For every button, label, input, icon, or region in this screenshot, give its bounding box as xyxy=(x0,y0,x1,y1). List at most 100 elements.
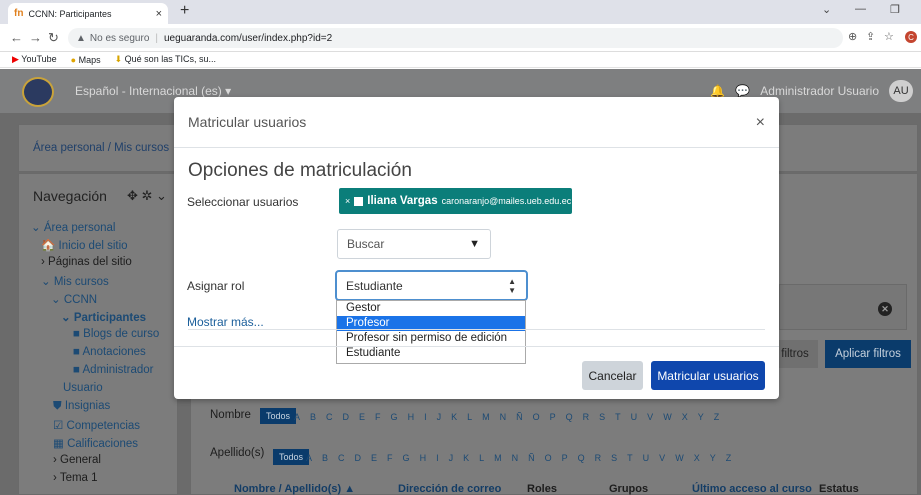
remove-icon[interactable]: × xyxy=(345,196,350,206)
letter-link[interactable]: W xyxy=(675,453,684,463)
role-option-estudiante[interactable]: Estudiante xyxy=(337,346,525,361)
role-option-profesor-sin-edicion[interactable]: Profesor sin permiso de edición xyxy=(337,331,525,346)
nav-item-ccnn[interactable]: ⌄ CCNN xyxy=(51,292,97,306)
move-icon[interactable]: ✥ ✲ ⌄ xyxy=(127,188,167,204)
chat-icon[interactable]: 💬 xyxy=(735,84,750,98)
role-option-gestor[interactable]: Gestor xyxy=(337,301,525,316)
letter-link[interactable]: N xyxy=(512,453,519,463)
nav-item-insignias[interactable]: ⛊ Insignias xyxy=(53,400,110,413)
col-last-access[interactable]: Último acceso al curso xyxy=(692,483,812,495)
bookmark-maps[interactable]: ● Maps xyxy=(71,55,101,65)
letter-link[interactable]: X xyxy=(682,412,688,422)
restore-icon[interactable]: ❐ xyxy=(890,3,900,16)
col-email[interactable]: Dirección de correo xyxy=(398,483,501,495)
letter-link[interactable]: B xyxy=(310,412,316,422)
letter-link[interactable]: S xyxy=(611,453,617,463)
letter-link[interactable]: R xyxy=(583,412,590,422)
nav-item-general[interactable]: › General xyxy=(53,454,101,466)
bookmark-star-icon[interactable]: ☆ xyxy=(884,30,894,43)
letter-link[interactable]: N xyxy=(500,412,507,422)
nav-item-inicio[interactable]: 🏠 Inicio del sitio xyxy=(41,238,128,252)
letter-link[interactable]: E xyxy=(359,412,365,422)
letter-link[interactable]: V xyxy=(659,453,665,463)
letter-link[interactable]: U xyxy=(643,453,650,463)
letter-link[interactable]: X xyxy=(694,453,700,463)
letter-link[interactable]: A xyxy=(294,412,300,422)
letter-link[interactable]: K xyxy=(463,453,469,463)
letter-link[interactable]: Ñ xyxy=(516,412,523,422)
letter-link[interactable]: P xyxy=(550,412,556,422)
letter-link[interactable]: J xyxy=(437,412,442,422)
letter-link[interactable]: K xyxy=(451,412,457,422)
cancel-button[interactable]: Cancelar xyxy=(582,361,643,390)
back-icon[interactable]: ← xyxy=(10,30,23,45)
last-name-todos[interactable]: Todos xyxy=(273,449,310,465)
letter-link[interactable]: Z xyxy=(714,412,720,422)
zoom-icon[interactable]: ⊕ xyxy=(848,30,857,43)
letter-link[interactable]: T xyxy=(615,412,621,422)
nav-item-anotaciones[interactable]: ■ Anotaciones xyxy=(73,346,146,358)
letter-link[interactable]: G xyxy=(391,412,398,422)
nav-item-competencias[interactable]: ☑ Competencias xyxy=(53,418,140,432)
letter-link[interactable]: Q xyxy=(578,453,585,463)
tab-search-icon[interactable]: ⌄ xyxy=(822,3,831,16)
letter-link[interactable]: H xyxy=(420,453,427,463)
clear-filter-icon[interactable]: ✕ xyxy=(878,302,892,316)
nav-item-paginas[interactable]: › Páginas del sitio xyxy=(41,256,132,268)
nav-item-tema1[interactable]: › Tema 1 xyxy=(53,472,98,484)
bookmark-youtube[interactable]: ▶ YouTube xyxy=(12,54,57,65)
show-more-link[interactable]: Mostrar más... xyxy=(187,315,264,329)
letter-link[interactable]: W xyxy=(663,412,672,422)
bell-icon[interactable]: 🔔 xyxy=(710,84,725,98)
letter-link[interactable]: O xyxy=(545,453,552,463)
user-search-input[interactable]: Buscar ▼ xyxy=(337,229,491,259)
letter-link[interactable]: V xyxy=(647,412,653,422)
letter-link[interactable]: I xyxy=(424,412,427,422)
apply-filters-button[interactable]: Aplicar filtros xyxy=(825,340,911,368)
letter-link[interactable]: M xyxy=(482,412,490,422)
enrol-users-button[interactable]: Matricular usuarios xyxy=(651,361,765,390)
forward-icon[interactable]: → xyxy=(29,30,42,45)
role-select[interactable]: Estudiante ▲ ▼ xyxy=(335,270,528,301)
letter-link[interactable]: P xyxy=(562,453,568,463)
nav-item-administrador[interactable]: ■ Administrador xyxy=(73,364,153,376)
letter-link[interactable]: G xyxy=(403,453,410,463)
letter-link[interactable]: D xyxy=(343,412,350,422)
reload-icon[interactable]: ↻ xyxy=(48,30,59,46)
letter-link[interactable]: S xyxy=(599,412,605,422)
new-tab-button[interactable]: + xyxy=(180,2,189,20)
minimize-icon[interactable]: — xyxy=(855,3,866,15)
letter-link[interactable]: L xyxy=(467,412,472,422)
letter-link[interactable]: H xyxy=(408,412,415,422)
letter-link[interactable]: F xyxy=(375,412,381,422)
letter-link[interactable]: A xyxy=(306,453,312,463)
nav-item-usuario[interactable]: Usuario xyxy=(63,382,103,394)
letter-link[interactable]: O xyxy=(533,412,540,422)
profile-avatar[interactable]: C xyxy=(905,31,917,43)
close-icon[interactable]: × xyxy=(756,114,765,132)
selected-user-chip[interactable]: × Iliana Vargas caronaranjo@mailes.ueb.e… xyxy=(339,188,572,214)
share-icon[interactable]: ⇪ xyxy=(866,30,875,43)
letter-link[interactable]: Y xyxy=(698,412,704,422)
letter-link[interactable]: Ñ xyxy=(528,453,535,463)
letter-link[interactable]: I xyxy=(436,453,439,463)
first-name-todos[interactable]: Todos xyxy=(260,408,297,424)
letter-link[interactable]: Z xyxy=(726,453,732,463)
letter-link[interactable]: R xyxy=(595,453,602,463)
letter-link[interactable]: T xyxy=(627,453,633,463)
bookmark-tics[interactable]: ⬇ Qué son las TICs, su... xyxy=(115,54,216,65)
letter-link[interactable]: D xyxy=(355,453,362,463)
letter-link[interactable]: U xyxy=(631,412,638,422)
nav-item-blogs[interactable]: ■ Blogs de curso xyxy=(73,328,159,340)
language-menu[interactable]: Español - Internacional (es) ▾ xyxy=(75,84,231,98)
letter-link[interactable]: E xyxy=(371,453,377,463)
letter-link[interactable]: Y xyxy=(710,453,716,463)
browser-tab[interactable]: fn CCNN: Participantes × xyxy=(8,3,168,24)
breadcrumb[interactable]: Área personal / Mis cursos xyxy=(33,142,169,154)
nav-item-participantes[interactable]: ⌄ Participantes xyxy=(61,310,146,324)
nav-item-area-personal[interactable]: ⌄ Área personal xyxy=(31,220,115,234)
col-name[interactable]: Nombre / Apellido(s) ▲ xyxy=(234,483,355,495)
letter-link[interactable]: B xyxy=(322,453,328,463)
letter-link[interactable]: L xyxy=(479,453,484,463)
letter-link[interactable]: Q xyxy=(566,412,573,422)
